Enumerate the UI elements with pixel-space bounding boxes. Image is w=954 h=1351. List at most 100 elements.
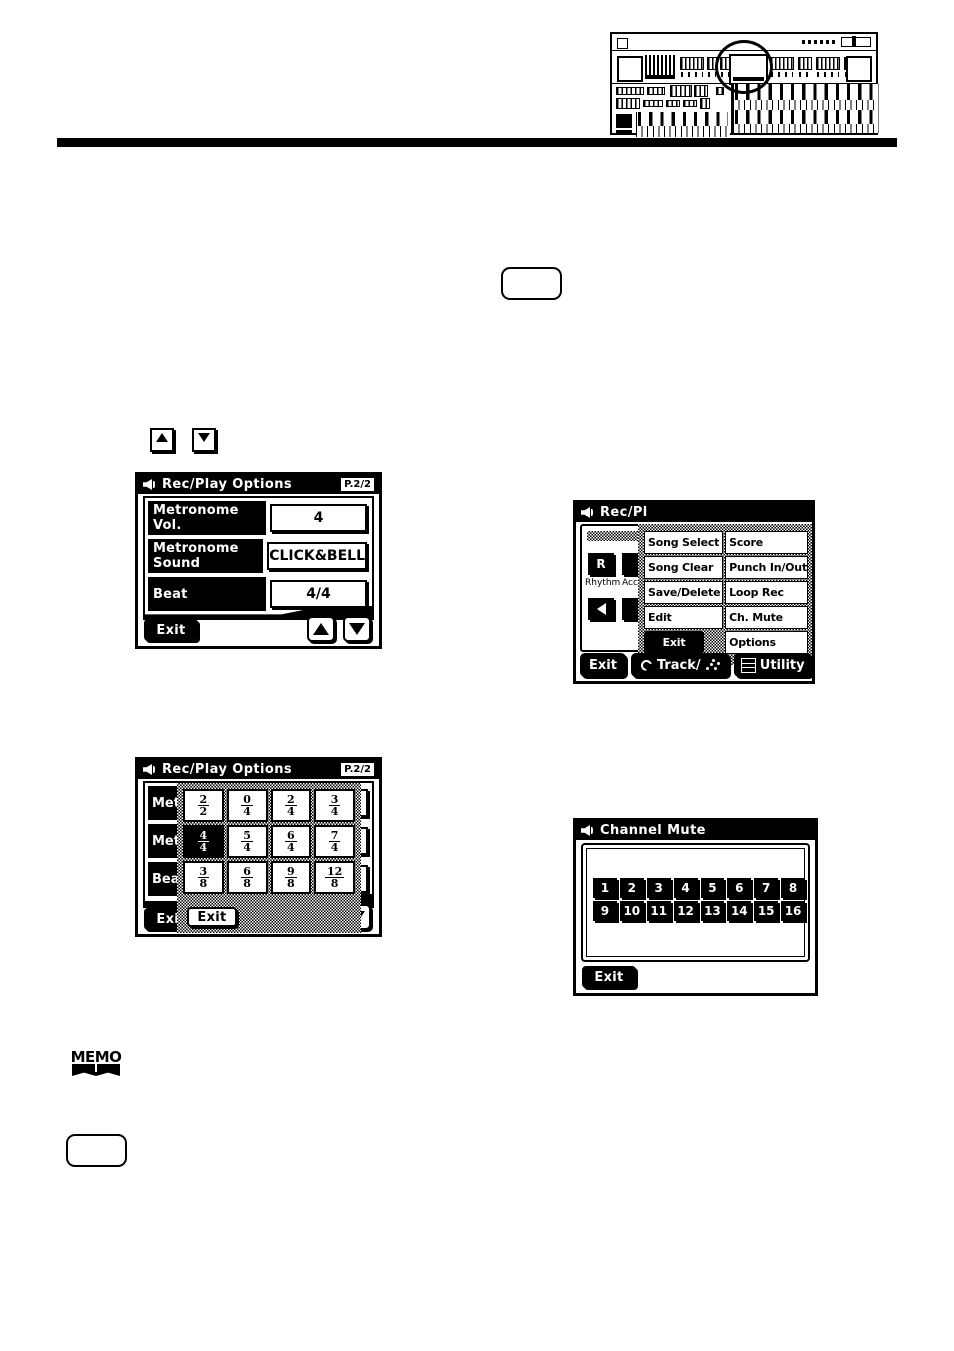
channel-mute-button-7[interactable]: 7 [754,878,779,898]
rhythm-track-button[interactable]: R [588,553,614,575]
channel-mute-button-3[interactable]: 3 [646,878,671,898]
rec-play-bottom-bar: Exit Track/ Utility [576,651,812,679]
menu-item-score[interactable]: Score [725,531,808,554]
metronome-sound-value[interactable]: CLICK&BELL [267,542,367,570]
beat-denominator: 4 [199,841,208,854]
beat-cell[interactable]: 34 [314,789,355,822]
beat-cell[interactable]: 74 [314,825,355,858]
rec-play-menu-title-bar: Rec/Pl [576,503,812,522]
beat-cell[interactable]: 44 [183,825,224,858]
menu-item-ch-mute[interactable]: Ch. Mute [725,606,808,629]
rewind-button[interactable] [588,598,614,620]
channel-mute-button-2[interactable]: 2 [619,878,644,898]
rec-play-menu-title: Rec/Pl [600,505,648,520]
utility-button[interactable]: Utility [733,653,812,677]
menu-item-edit[interactable]: Edit [644,606,724,629]
speaker-icon [580,506,595,519]
beat-denominator: 4 [287,841,295,854]
beat-select-title: Rec/Play Options [162,762,292,777]
beat-label: Beat [148,577,266,611]
beat-cell[interactable]: 04 [226,789,268,822]
option-row-metronome-vol[interactable]: Metronome Vol. 4 [148,501,369,535]
beat-cell[interactable]: 22 [183,789,224,822]
beat-cell[interactable]: 98 [270,861,312,894]
rec-play-menu-body: R Rhythm Acc Song Select Score Song Clear P… [576,522,812,681]
rec-play-exit-button[interactable]: Exit [580,653,626,677]
channel-mute-button-1[interactable]: 1 [593,878,617,898]
triangle-down-icon [349,623,365,635]
channel-mute-button-8[interactable]: 8 [781,878,805,898]
keyboard-minigrid-7-icon [643,100,663,107]
body-up-arrow-button[interactable] [150,428,174,452]
beat-denominator: 4 [243,805,251,818]
keyboard-minigrid-3-icon [670,85,692,97]
keyboard-pedal-bar-icon [616,130,632,135]
keyboard-minigrid-6-icon [616,98,640,109]
channel-mute-exit-button[interactable]: Exit [582,966,636,988]
keyboard-lower-manual [732,110,879,133]
option-row-beat[interactable]: Beat 4/4 [148,577,369,611]
page-up-button[interactable] [307,616,335,642]
menu-item-loop-rec[interactable]: Loop Rec [725,581,808,604]
rec-play-menu-popup: Song Select Score Song Clear Punch In/Out Sa… [638,524,812,665]
page-indicator-badge: P.2/2 [340,762,375,777]
menu-item-punch-in-out[interactable]: Punch In/Out [725,556,808,579]
triangle-down-icon [198,433,210,442]
channel-mute-button-12[interactable]: 12 [673,901,698,921]
keyboard-right-pad-icon [846,56,872,82]
body-down-arrow-button[interactable] [192,428,216,452]
keyboard-pedal-block-icon [616,114,632,128]
keyboard-indicator-dots-icon [802,40,838,44]
beat-cell[interactable]: 68 [226,861,268,894]
beat-cell[interactable]: 38 [183,861,224,894]
rec-play-options-exit-button[interactable]: Exit [144,619,198,641]
reference-button-outline-bottom[interactable] [66,1134,127,1167]
channel-mute-button-15[interactable]: 15 [754,901,779,921]
channel-mute-button-9[interactable]: 9 [593,901,617,921]
menu-item-save-delete[interactable]: Save/Delete [644,581,724,604]
beat-denominator: 8 [287,877,295,890]
keyboard-minigrid-9-icon [683,100,697,107]
channel-mute-button-4[interactable]: 4 [673,878,698,898]
channel-mute-button-14[interactable]: 14 [727,901,752,921]
keyboard-minigrid-10-icon [700,98,710,109]
loop-arrow-icon [640,659,653,672]
rec-play-options-body: Metronome Vol. 4 Metronome Sound CLICK&B… [138,494,379,646]
channel-mute-button-5[interactable]: 5 [700,878,725,898]
channel-mute-button-6[interactable]: 6 [727,878,752,898]
beat-popup-exit-button[interactable]: Exit [187,907,237,927]
reference-button-outline-top[interactable] [501,267,562,300]
option-row-metronome-sound[interactable]: Metronome Sound CLICK&BELL [148,539,369,573]
keyboard-drawbars-icon [645,55,675,79]
rhythm-track-label: Rhythm [585,578,621,588]
beat-select-body: Met Met Bea Exit 22042434445464743868981… [138,779,379,934]
beat-denominator: 2 [199,805,208,818]
beat-cell[interactable]: 12 8 [314,861,355,894]
page-indicator-badge: P.2/2 [340,477,375,492]
page-down-button[interactable] [343,616,371,642]
memo-book-icon [72,1064,120,1076]
menu-item-song-select[interactable]: Song Select [644,531,724,554]
memo-icon: MEMO [70,1048,122,1078]
triangle-left-icon [596,603,606,615]
speaker-icon [142,478,157,491]
channel-mute-body: 1 2 3 4 5 6 7 8 9 10 11 12 13 14 15 16 Exit [576,840,815,993]
beat-value[interactable]: 4/4 [270,580,367,608]
track-button[interactable]: Track/ [630,653,729,677]
beat-cell[interactable]: 24 [270,789,312,822]
accomp-track-label: Acc [622,578,638,588]
channel-mute-button-10[interactable]: 10 [619,901,644,921]
metronome-vol-value[interactable]: 4 [270,504,367,532]
beat-selection-popup: 2 2 0 4 2 4 3 4 4 4 5 4 6 4 7 4 3 8 6 8 9 8 12 8 Exit [177,783,361,933]
beat-cell[interactable]: 54 [226,825,268,858]
memo-label: MEMO [70,1048,122,1066]
track-button-label: Track/ [656,657,701,673]
channel-mute-button-16[interactable]: 16 [781,901,805,921]
channel-mute-button-13[interactable]: 13 [700,901,725,921]
beat-denominator: 4 [243,841,251,854]
channel-mute-button-11[interactable]: 11 [646,901,671,921]
rec-play-options-title-bar: Rec/Play Options P.2/2 [138,475,379,494]
beat-cell[interactable]: 64 [270,825,312,858]
beat-denominator: 4 [330,841,339,854]
menu-item-song-clear[interactable]: Song Clear [644,556,724,579]
